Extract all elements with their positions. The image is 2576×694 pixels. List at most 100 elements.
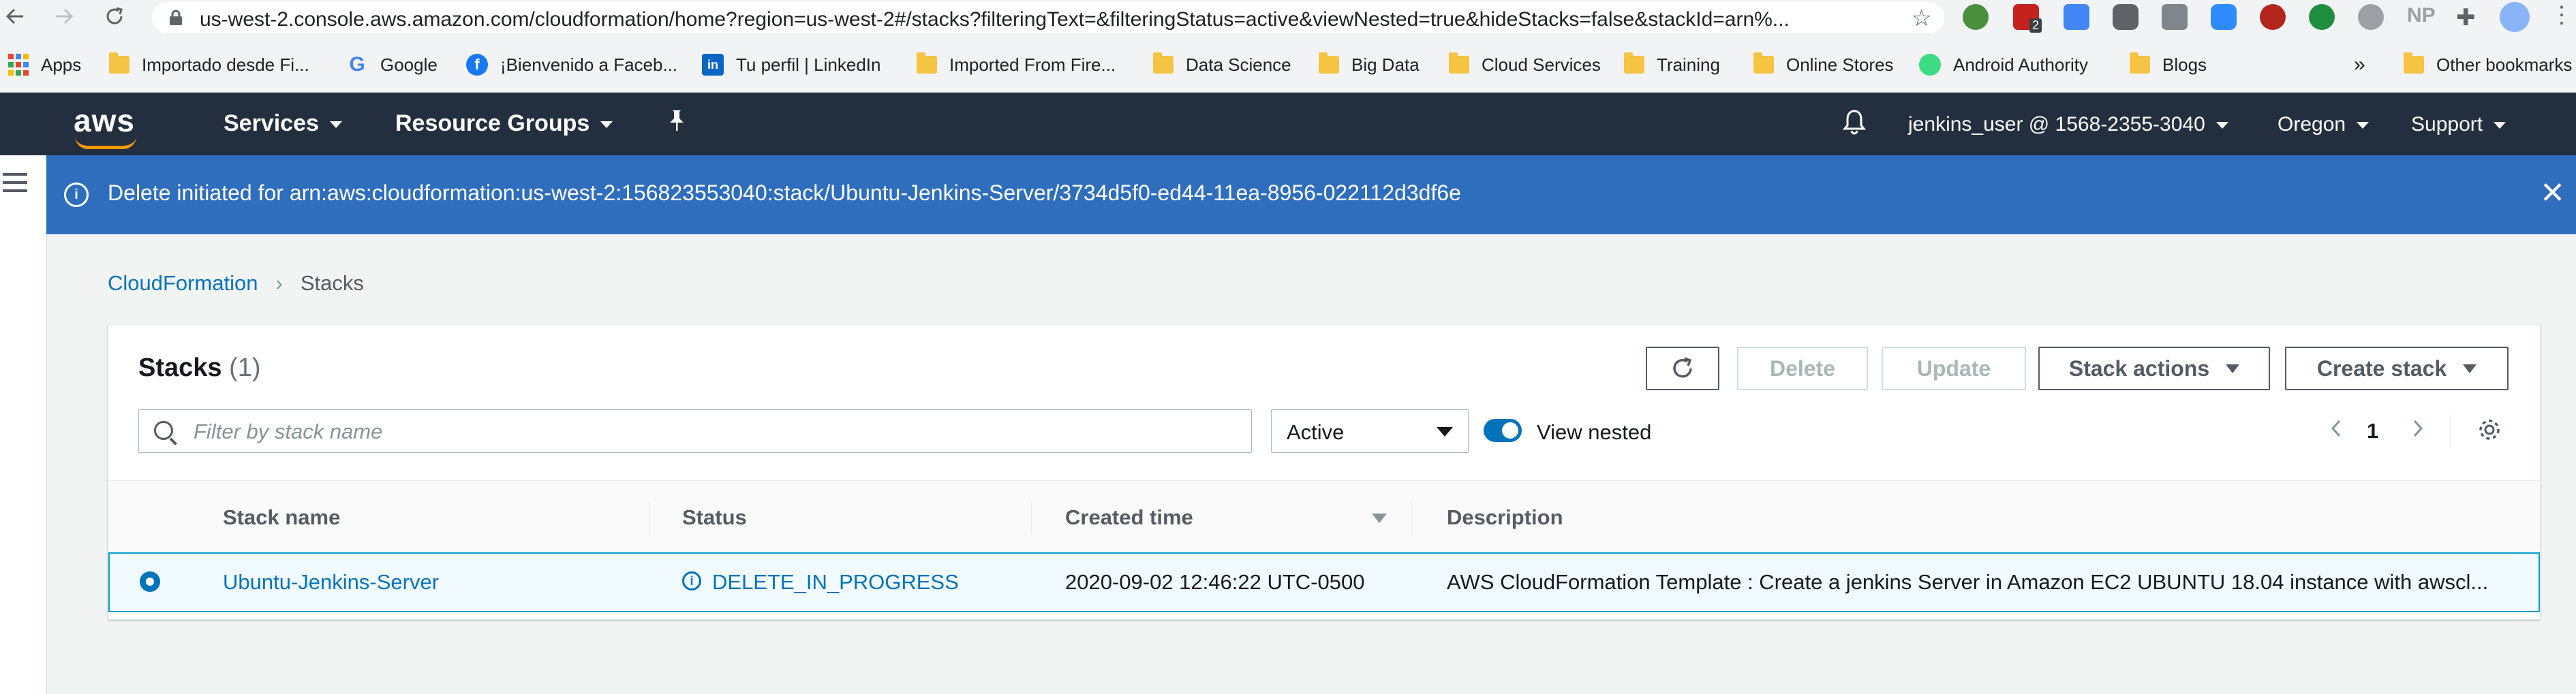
bookmark-google[interactable]: G Google	[346, 51, 438, 78]
support-menu[interactable]: Support	[2411, 113, 2506, 136]
extension-grid-icon[interactable]	[2162, 4, 2188, 30]
extension-tomato-icon[interactable]	[2358, 4, 2384, 30]
bookmark-other-bookmarks[interactable]: Other bookmarks	[2404, 51, 2572, 78]
account-menu[interactable]: jenkins_user @ 1568-2355-3040	[1908, 113, 2228, 136]
bookmark-cloud-services[interactable]: Cloud Services	[1449, 51, 1601, 78]
stack-search[interactable]	[138, 409, 1252, 453]
column-header-created-time[interactable]: Created time	[1065, 505, 1193, 530]
search-input[interactable]	[192, 418, 1217, 445]
services-label: Services	[224, 110, 319, 136]
bookmark-label: ¡Bienvenido a Faceb...	[500, 54, 678, 75]
info-icon: i	[64, 183, 89, 207]
aws-logo[interactable]: aws	[74, 102, 135, 139]
address-bar[interactable]: us-west-2.console.aws.amazon.com/cloudfo…	[152, 2, 1944, 33]
forward-arrow-icon[interactable]	[52, 3, 76, 30]
bookmark-online-stores[interactable]: Online Stores	[1753, 51, 1894, 78]
extension-target-icon[interactable]	[2309, 4, 2335, 30]
caret-down-icon	[2463, 364, 2477, 373]
bookmarks-bar: Apps Importado desde Fi... G Google f ¡B…	[0, 39, 2576, 93]
extension-bulb-icon[interactable]	[2113, 4, 2138, 30]
profile-avatar[interactable]	[2500, 2, 2530, 32]
bookmark-big-data[interactable]: Big Data	[1319, 51, 1420, 78]
created-time: 2020-09-02 12:46:22 UTC-0500	[1065, 570, 1365, 594]
extension-globe-icon[interactable]	[1963, 4, 1989, 30]
table-row[interactable]: Ubuntu-Jenkins-Server i DELETE_IN_PROGRE…	[108, 552, 2540, 612]
create-stack-button[interactable]: Create stack	[2285, 347, 2509, 390]
extension-badge: 2	[2029, 18, 2042, 33]
hamburger-menu-icon[interactable]	[3, 173, 27, 198]
resource-groups-label: Resource Groups	[395, 110, 590, 136]
bookmark-apps[interactable]: Apps	[8, 51, 81, 78]
account-label: jenkins_user @ 1568-2355-3040	[1908, 113, 2205, 136]
lock-icon	[168, 10, 183, 26]
resource-groups-menu[interactable]: Resource Groups	[395, 110, 613, 137]
bookmarks-overflow-button[interactable]: »	[2354, 51, 2365, 78]
extension-lens-icon[interactable]	[2260, 4, 2286, 30]
bookmark-label: Imported From Fire...	[949, 54, 1116, 75]
pin-icon[interactable]	[666, 109, 687, 138]
chevron-left-icon[interactable]	[2327, 419, 2346, 438]
bookmark-importado[interactable]: Importado desde Fi...	[109, 51, 309, 78]
stack-name-link[interactable]: Ubuntu-Jenkins-Server	[223, 570, 439, 595]
page-number[interactable]: 1	[2367, 419, 2378, 443]
breadcrumb: CloudFormation › Stacks	[108, 271, 364, 296]
url-text[interactable]: us-west-2.console.aws.amazon.com/cloudfo…	[200, 8, 1790, 31]
column-header-status[interactable]: Status	[682, 505, 747, 530]
extension-np-icon[interactable]: NP	[2407, 4, 2436, 30]
flash-message: Delete initiated for arn:aws:cloudformat…	[108, 180, 1461, 205]
linkedin-icon: in	[702, 54, 724, 76]
bookmark-data-science[interactable]: Data Science	[1153, 51, 1291, 78]
row-select-radio[interactable]	[140, 571, 160, 592]
stack-actions-button[interactable]: Stack actions	[2038, 347, 2270, 390]
breadcrumb-cloudformation-link[interactable]: CloudFormation	[108, 271, 258, 295]
browser-menu-icon[interactable]: ⋮	[2550, 1, 2573, 28]
bookmark-imported-firefox[interactable]: Imported From Fire...	[917, 51, 1116, 78]
view-nested-toggle[interactable]	[1484, 419, 1522, 442]
bookmark-label: Blogs	[2162, 54, 2207, 75]
folder-icon	[917, 52, 937, 74]
stack-description: AWS CloudFormation Template : Create a j…	[1447, 570, 2489, 594]
status-filter-select[interactable]: Active	[1271, 409, 1469, 453]
bell-icon[interactable]	[1842, 109, 1867, 141]
bookmark-linkedin[interactable]: in Tu perfil | LinkedIn	[702, 51, 880, 78]
chevron-down-icon	[2357, 122, 2370, 129]
back-arrow-icon[interactable]	[3, 3, 27, 30]
extension-mail-icon[interactable]: 2	[2013, 4, 2042, 33]
breadcrumb-current: Stacks	[300, 271, 364, 295]
delete-button[interactable]: Delete	[1737, 347, 1868, 390]
bookmark-blogs[interactable]: Blogs	[2130, 51, 2207, 78]
toggle-knob	[1502, 422, 1518, 439]
update-button[interactable]: Update	[1882, 347, 2026, 390]
extension-video-icon[interactable]	[2211, 4, 2237, 30]
refresh-icon	[1673, 357, 1692, 378]
bookmark-training[interactable]: Training	[1624, 51, 1720, 78]
chevron-right-icon[interactable]	[2408, 419, 2427, 438]
services-menu[interactable]: Services	[224, 110, 342, 137]
bookmark-label: Android Authority	[1953, 54, 2089, 75]
bookmark-label: Online Stores	[1786, 54, 1894, 75]
status-filter-value: Active	[1287, 420, 1345, 444]
search-icon	[154, 421, 173, 440]
panel-title: Stacks (1)	[138, 353, 261, 383]
stacks-panel: Stacks (1) Delete Update Stack actions C…	[108, 324, 2541, 620]
sort-descending-icon[interactable]	[1372, 514, 1387, 523]
folder-icon	[1624, 52, 1644, 74]
extension-translate-icon[interactable]	[2064, 4, 2089, 30]
column-header-description[interactable]: Description	[1447, 505, 1563, 530]
extensions-puzzle-icon[interactable]: ✚	[2456, 4, 2476, 31]
stack-status[interactable]: DELETE_IN_PROGRESS	[712, 570, 959, 595]
stack-count: (1)	[229, 353, 261, 382]
bookmark-label: Importado desde Fi...	[142, 54, 309, 75]
folder-icon	[1449, 52, 1469, 74]
column-header-stack-name[interactable]: Stack name	[223, 505, 340, 530]
reload-icon[interactable]	[102, 3, 127, 30]
refresh-button[interactable]	[1646, 347, 1719, 390]
bookmark-star-icon[interactable]: ☆	[1912, 5, 1932, 32]
caret-down-icon	[2226, 364, 2240, 373]
gear-icon[interactable]	[2477, 417, 2502, 442]
bookmark-android-authority[interactable]: Android Authority	[1919, 51, 2088, 78]
region-label: Oregon	[2278, 113, 2346, 136]
region-menu[interactable]: Oregon	[2278, 113, 2370, 136]
bookmark-facebook[interactable]: f ¡Bienvenido a Faceb...	[466, 51, 677, 78]
close-icon[interactable]: ✕	[2540, 176, 2565, 210]
